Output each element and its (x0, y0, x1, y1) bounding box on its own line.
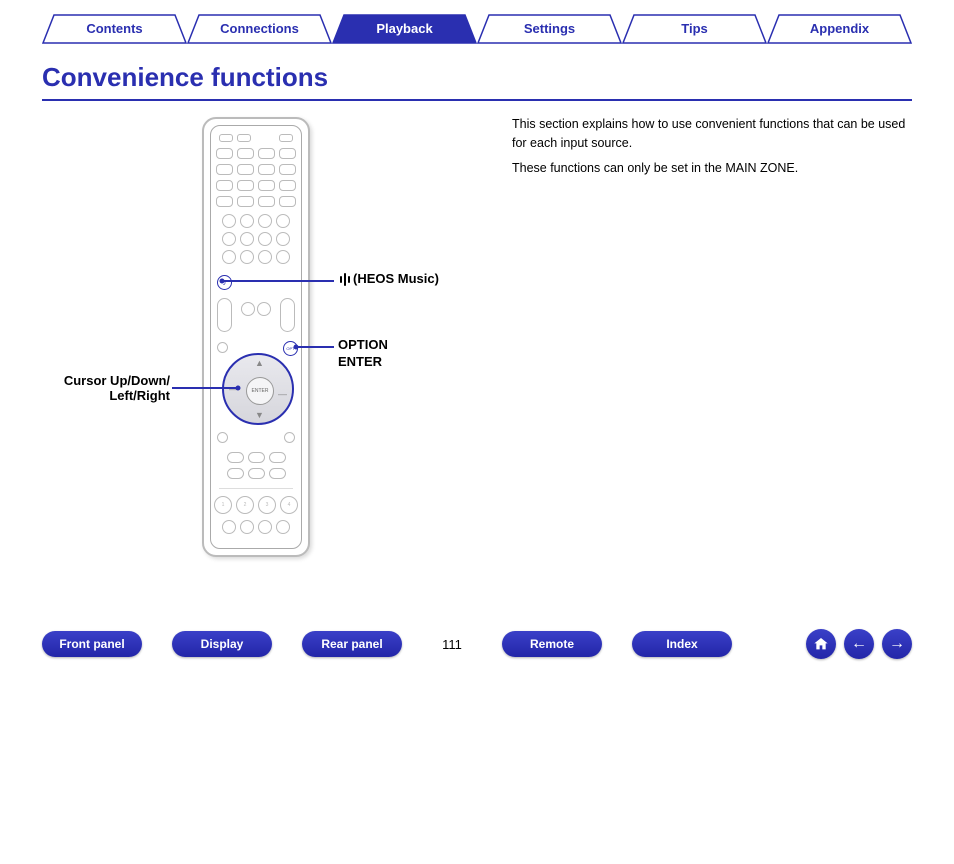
callout-option: OPTION (338, 337, 388, 352)
top-tabs: Contents Connections Playback Settings T… (0, 0, 954, 44)
tab-label: Settings (524, 21, 575, 36)
home-icon (813, 636, 829, 652)
tab-label: Tips (681, 21, 708, 36)
tab-settings[interactable]: Settings (477, 14, 622, 44)
nav-rear-panel[interactable]: Rear panel (302, 631, 402, 657)
heading-rule (42, 99, 912, 101)
tab-tips[interactable]: Tips (622, 14, 767, 44)
prev-page-button[interactable]: ← (844, 629, 874, 659)
nav-remote[interactable]: Remote (502, 631, 602, 657)
remote-control-illustration: 1234 ♪ OPT ▲ ▼ — — ENTER (202, 117, 310, 557)
body-text-p1: This section explains how to use conveni… (512, 115, 912, 153)
callout-heos: (HEOS Music) (338, 271, 439, 286)
tab-label: Connections (220, 21, 299, 36)
arrow-right-icon: → (889, 635, 905, 653)
nav-index[interactable]: Index (632, 631, 732, 657)
nav-front-panel[interactable]: Front panel (42, 631, 142, 657)
next-page-button[interactable]: → (882, 629, 912, 659)
tab-connections[interactable]: Connections (187, 14, 332, 44)
tab-contents[interactable]: Contents (42, 14, 187, 44)
tab-label: Contents (86, 21, 142, 36)
enter-button: ENTER (246, 377, 274, 405)
arrow-left-icon: ← (851, 635, 867, 653)
bottom-nav: Front panel Display Rear panel 111 Remot… (0, 629, 954, 659)
callout-enter: ENTER (338, 354, 382, 369)
body-text-p2: These functions can only be set in the M… (512, 159, 912, 178)
body-text: This section explains how to use conveni… (512, 111, 912, 591)
heos-music-icon (338, 273, 351, 286)
dpad-ring: ▲ ▼ — — ENTER (222, 353, 294, 425)
nav-display[interactable]: Display (172, 631, 272, 657)
tab-label: Appendix (810, 21, 869, 36)
home-button[interactable] (806, 629, 836, 659)
tab-label: Playback (376, 21, 432, 36)
page-title: Convenience functions (42, 62, 912, 93)
tab-appendix[interactable]: Appendix (767, 14, 912, 44)
page-number: 111 (432, 637, 472, 652)
remote-illustration-area: 1234 ♪ OPT ▲ ▼ — — ENTER (HEOS Music) OP… (42, 111, 482, 591)
callout-cursor: Cursor Up/Down/ Left/Right (56, 373, 170, 403)
tab-playback[interactable]: Playback (332, 14, 477, 44)
